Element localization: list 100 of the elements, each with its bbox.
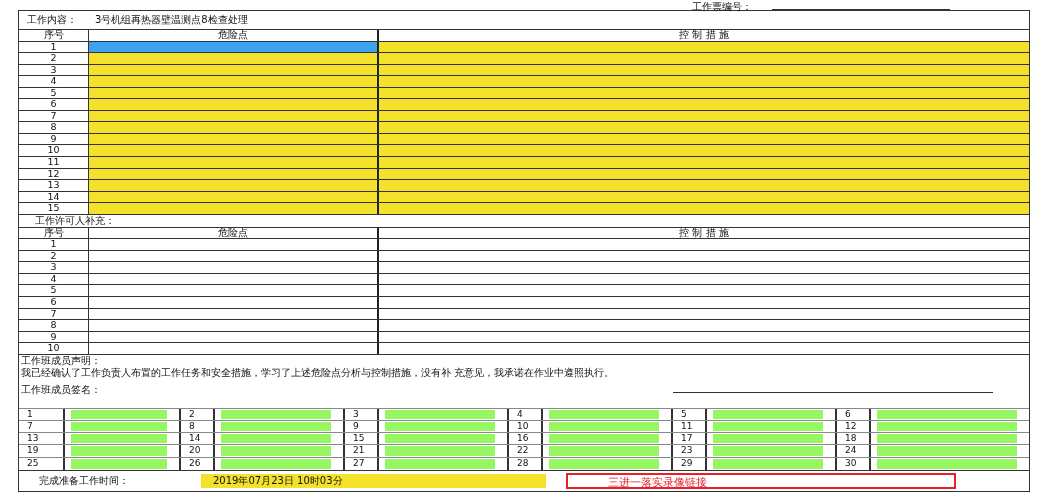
signature-field[interactable] (221, 458, 331, 469)
signature-field[interactable] (71, 409, 167, 419)
signature-field[interactable] (221, 421, 331, 432)
hazard-cell[interactable] (89, 145, 379, 156)
control-measure-cell[interactable] (379, 64, 1029, 76)
hazard-cell[interactable] (89, 53, 379, 64)
member-number: 22 (509, 445, 543, 457)
signature-field[interactable] (877, 421, 1017, 432)
control-measure-cell[interactable] (379, 41, 1029, 53)
work-content-label: 工作内容： (27, 13, 77, 27)
row-number: 2 (19, 250, 89, 262)
control-measure-cell[interactable] (379, 168, 1029, 180)
signature-field[interactable] (549, 409, 659, 419)
signature-field[interactable] (71, 434, 167, 444)
hazard-cell[interactable] (89, 87, 379, 99)
signature-field[interactable] (385, 409, 495, 419)
signature-field[interactable] (877, 458, 1017, 469)
video-link[interactable]: 三进一落实录像链接 (566, 472, 956, 489)
hazard-cell[interactable] (89, 64, 379, 76)
work-content-value: 3号机组再热器壁温测点8检查处理 (95, 13, 248, 27)
signature-field[interactable] (385, 421, 495, 432)
signature-field[interactable] (385, 434, 495, 444)
signature-field[interactable] (71, 421, 167, 432)
signature-field[interactable] (71, 458, 167, 469)
control-measure-cell[interactable] (379, 133, 1029, 145)
member-number: 7 (19, 420, 65, 433)
member-number: 14 (181, 433, 215, 445)
hazard-cell[interactable] (89, 76, 379, 87)
hazard-cell[interactable] (89, 122, 379, 133)
hazard-cell[interactable] (89, 203, 379, 214)
control-measure-cell[interactable] (379, 203, 1029, 214)
hazard-cell[interactable] (89, 99, 379, 110)
row-number: 3 (19, 262, 89, 273)
control-measure-cell[interactable] (379, 99, 1029, 110)
member-number: 25 (19, 457, 65, 470)
row-number: 9 (19, 331, 89, 343)
control-measure-cell[interactable] (379, 53, 1029, 64)
control-measure-cell[interactable] (379, 191, 1029, 203)
control-measure-cell[interactable] (379, 180, 1029, 191)
member-number: 23 (673, 445, 707, 457)
member-number: 26 (181, 457, 215, 470)
row-number: 6 (19, 297, 89, 308)
hazard-cell[interactable] (89, 41, 379, 53)
signature-field[interactable] (549, 434, 659, 444)
member-number: 30 (837, 457, 871, 470)
supplement-label: 工作许可人补充： (35, 214, 115, 226)
signature-field[interactable] (221, 409, 331, 419)
member-number: 9 (345, 420, 379, 433)
signature-field[interactable] (549, 446, 659, 456)
member-number: 1 (19, 408, 65, 420)
control-measure-cell[interactable] (379, 145, 1029, 156)
control-measure-cell[interactable] (379, 110, 1029, 122)
row-number: 5 (19, 285, 89, 297)
member-number: 12 (837, 420, 871, 433)
signature-field[interactable] (713, 446, 823, 456)
member-number: 28 (509, 457, 543, 470)
control-measure-cell[interactable] (379, 122, 1029, 133)
signature-field[interactable] (385, 458, 495, 469)
member-number: 2 (181, 408, 215, 420)
row-number: 1 (19, 239, 89, 250)
member-number: 6 (837, 408, 871, 420)
signature-field[interactable] (713, 434, 823, 444)
signature-field[interactable] (549, 458, 659, 469)
hazard-cell[interactable] (89, 133, 379, 145)
control-measure-cell[interactable] (379, 157, 1029, 168)
declaration-text: 我已经确认了工作负责人布置的工作任务和安全措施，学习了上述危险点分析与控制措施，没有补 充意见，我承诺在作业中遵照执行。 (21, 366, 616, 379)
signature-field[interactable] (385, 446, 495, 456)
control-measure-cell[interactable] (379, 76, 1029, 87)
hazard-cell[interactable] (89, 191, 379, 203)
signature-field[interactable] (713, 421, 823, 432)
member-number: 10 (509, 420, 543, 433)
member-number: 16 (509, 433, 543, 445)
signature-field[interactable] (877, 446, 1017, 456)
signature-field[interactable] (713, 409, 823, 419)
member-number: 19 (19, 445, 65, 457)
member-number: 24 (837, 445, 871, 457)
signature-field[interactable] (877, 434, 1017, 444)
signature-field[interactable] (221, 446, 331, 456)
member-number: 27 (345, 457, 379, 470)
completion-time-label: 完成准备工作时间： (38, 473, 130, 488)
signature-field[interactable] (71, 446, 167, 456)
member-number: 11 (673, 420, 707, 433)
member-number: 13 (19, 433, 65, 445)
member-number: 29 (673, 457, 707, 470)
signature-field[interactable] (877, 409, 1017, 419)
row-number: 7 (19, 308, 89, 320)
hazard-cell[interactable] (89, 110, 379, 122)
member-number: 15 (345, 433, 379, 445)
member-number: 3 (345, 408, 379, 420)
row-number: 4 (19, 273, 89, 285)
signature-field[interactable] (713, 458, 823, 469)
member-number: 4 (509, 408, 543, 420)
hazard-cell[interactable] (89, 168, 379, 180)
ticket-number-label: 工作票编号： (692, 2, 752, 12)
member-number: 8 (181, 420, 215, 433)
signature-field[interactable] (221, 434, 331, 444)
control-measure-cell[interactable] (379, 87, 1029, 99)
signature-field[interactable] (549, 421, 659, 432)
hazard-cell[interactable] (89, 180, 379, 191)
hazard-cell[interactable] (89, 157, 379, 168)
